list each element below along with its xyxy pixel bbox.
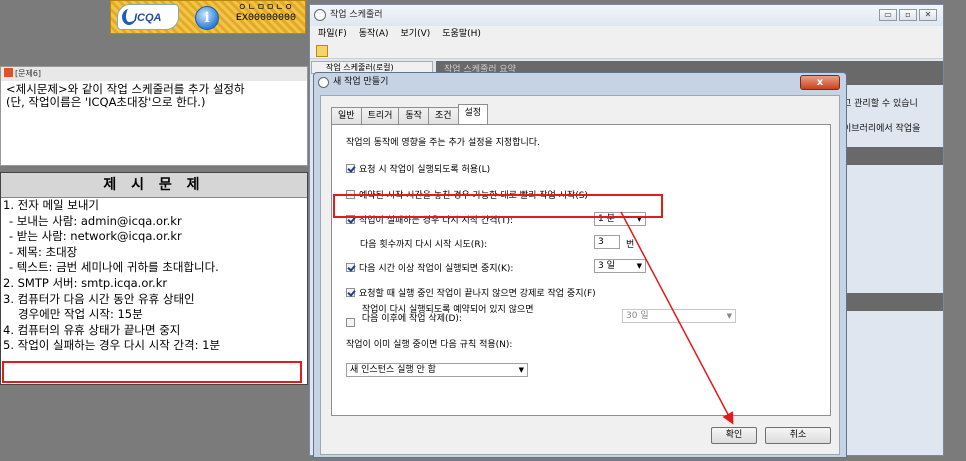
spec-line: 3. 컴퓨터가 다음 시간 동안 유휴 상태인 <box>3 291 195 306</box>
delete-if-not-scheduled-checkbox[interactable] <box>346 318 355 327</box>
stop-duration-select[interactable]: 3 일 ▼ <box>594 259 646 273</box>
dialog-close-button[interactable]: x <box>800 75 840 90</box>
delete-option-label-line2: 다음 이후에 작업 삭제(D): <box>361 314 462 324</box>
toolbar-folder-icon[interactable] <box>316 45 328 57</box>
chevron-down-icon: ▼ <box>636 262 642 270</box>
spec-line: - 보내는 사람: admin@icqa.or.kr <box>9 213 182 228</box>
overview-text: 고 관리할 수 있습니 <box>843 99 918 109</box>
exam-code-dots: ㅇㄴㅁㅁㄴㅇ <box>238 3 294 13</box>
force-stop-label: 요청할 때 실행 중인 작업이 끝나지 않으면 강제로 작업 중지(F) <box>359 289 596 299</box>
ok-button[interactable]: 확인 <box>711 427 757 444</box>
info-icon[interactable]: i <box>195 6 219 30</box>
chevron-down-icon: ▼ <box>518 366 524 374</box>
cancel-button[interactable]: 취소 <box>765 427 831 444</box>
create-task-dialog: 새 작업 만들기 x 일반 트리거 동작 조건 설정 작업의 동작에 영향을 주… <box>313 72 847 458</box>
close-window-button[interactable]: ✕ <box>919 9 937 21</box>
settings-description: 작업의 동작에 영향을 주는 추가 설정을 지정합니다. <box>346 138 540 148</box>
rule-value: 새 인스턴스 실행 안 함 <box>350 365 436 375</box>
spec-line: - 텍스트: 금번 세미나에 귀하를 초대합니다. <box>9 260 219 275</box>
exam-banner: ICQA i ㅇㄴㅁㅁㄴㅇ EX00000000 <box>110 0 306 34</box>
exam-code: ㅇㄴㅁㅁㄴㅇ EX00000000 <box>229 3 303 24</box>
chevron-down-icon: ▼ <box>726 312 732 320</box>
delete-if-not-scheduled-option[interactable]: 작업이 다시 실행되도록 예약되어 있지 않으면 다음 이후에 작업 삭제(D)… <box>346 306 534 327</box>
tab-triggers[interactable]: 트리거 <box>360 107 399 125</box>
scheduler-title-bar: 작업 스케줄러 ▭ ▫ ✕ <box>310 5 943 26</box>
tab-general[interactable]: 일반 <box>331 107 361 125</box>
spec-line: 2. SMTP 서버: smtp.icqa.or.kr <box>3 275 168 290</box>
scheduler-title: 작업 스케줄러 <box>330 10 383 20</box>
dialog-body: 일반 트리거 동작 조건 설정 작업의 동작에 영향을 주는 추가 설정을 지정… <box>320 95 840 455</box>
spec-panel: 제 시 문 제 1. 전자 메일 보내기 - 보내는 사람: admin@icq… <box>0 172 308 385</box>
overview-text: 이브러리에서 작업을 <box>843 124 921 134</box>
question-panel: [문제6] <제시문제>와 같이 작업 스케줄러를 추가 설정하 (단, 작업이… <box>0 66 308 166</box>
menu-bar: 파일(F) 동작(A) 보기(V) 도움말(H) <box>310 26 943 43</box>
spec-line-highlighted: 5. 작업이 실패하는 경우 다시 시작 간격: 1분 <box>3 338 221 353</box>
menu-view[interactable]: 보기(V) <box>401 26 431 43</box>
allow-on-demand-option[interactable]: 요청 시 작업이 실행되도록 허용(L) <box>346 162 490 175</box>
maximize-button[interactable]: ▫ <box>899 9 917 21</box>
spec-highlight-box <box>2 361 302 383</box>
force-stop-checkbox[interactable] <box>346 288 355 297</box>
restart-attempts-label: 다음 횟수까지 다시 시작 시도(R): <box>360 240 488 250</box>
minimize-button[interactable]: ▭ <box>879 9 897 21</box>
restart-attempts-unit: 번 <box>626 240 635 250</box>
menu-file[interactable]: 파일(F) <box>318 26 347 43</box>
menu-help[interactable]: 도움말(H) <box>442 26 481 43</box>
clock-icon <box>318 77 329 88</box>
dialog-title: 새 작업 만들기 <box>333 77 389 87</box>
stop-if-runs-long-option[interactable]: 다음 시간 이상 작업이 실행되면 중지(K): <box>346 261 513 274</box>
toolbar <box>310 43 943 59</box>
question-body: <제시문제>와 같이 작업 스케줄러를 추가 설정하 (단, 작업이름은 'IC… <box>1 81 307 111</box>
restart-attempts-input[interactable]: 3 <box>594 235 620 249</box>
logo-text: ICQA <box>134 12 162 24</box>
allow-on-demand-checkbox[interactable] <box>346 164 355 173</box>
spec-line: 4. 컴퓨터의 유휴 상태가 끝나면 중지 <box>3 322 181 337</box>
spec-line: - 받는 사람: network@icqa.or.kr <box>9 229 182 244</box>
restart-highlight-box <box>333 194 663 218</box>
question-line: (단, 작업이름은 'ICQA초대장'으로 한다.) <box>6 95 206 109</box>
spec-title: 제 시 문 제 <box>1 173 307 198</box>
tab-strip: 일반 트리거 동작 조건 설정 <box>331 104 489 125</box>
tab-settings[interactable]: 설정 <box>457 104 489 125</box>
question-icon <box>4 68 13 77</box>
stop-if-runs-long-checkbox[interactable] <box>346 263 355 272</box>
rule-label: 작업이 이미 실행 중이면 다음 규칙 적용(N): <box>346 340 513 350</box>
menu-action[interactable]: 동작(A) <box>359 26 389 43</box>
spec-line: - 제목: 초대장 <box>9 244 78 259</box>
spec-line: 1. 전자 메일 보내기 <box>3 198 99 212</box>
force-stop-option[interactable]: 요청할 때 실행 중인 작업이 끝나지 않으면 강제로 작업 중지(F) <box>346 286 596 299</box>
clock-icon <box>314 9 326 21</box>
settings-panel: 작업의 동작에 영향을 주는 추가 설정을 지정합니다. 요청 시 작업이 실행… <box>331 124 831 416</box>
spec-line: 경우에만 작업 시작: 15분 <box>18 307 143 322</box>
exam-code-value: EX00000000 <box>235 13 296 24</box>
question-title: [문제6] <box>15 69 42 78</box>
dialog-title-bar: 새 작업 만들기 x <box>314 73 846 93</box>
delete-after-value: 30 일 <box>626 311 649 321</box>
icqa-logo: ICQA <box>117 4 179 30</box>
tab-conditions[interactable]: 조건 <box>427 107 458 125</box>
stop-duration-value: 3 일 <box>598 261 615 271</box>
tab-actions[interactable]: 동작 <box>398 107 428 125</box>
delete-after-select[interactable]: 30 일 ▼ <box>622 309 736 323</box>
question-title-bar: [문제6] <box>1 67 307 81</box>
rule-select[interactable]: 새 인스턴스 실행 안 함 ▼ <box>346 363 528 377</box>
allow-on-demand-label: 요청 시 작업이 실행되도록 허용(L) <box>359 165 491 175</box>
stop-if-runs-long-label: 다음 시간 이상 작업이 실행되면 중지(K): <box>359 264 514 274</box>
